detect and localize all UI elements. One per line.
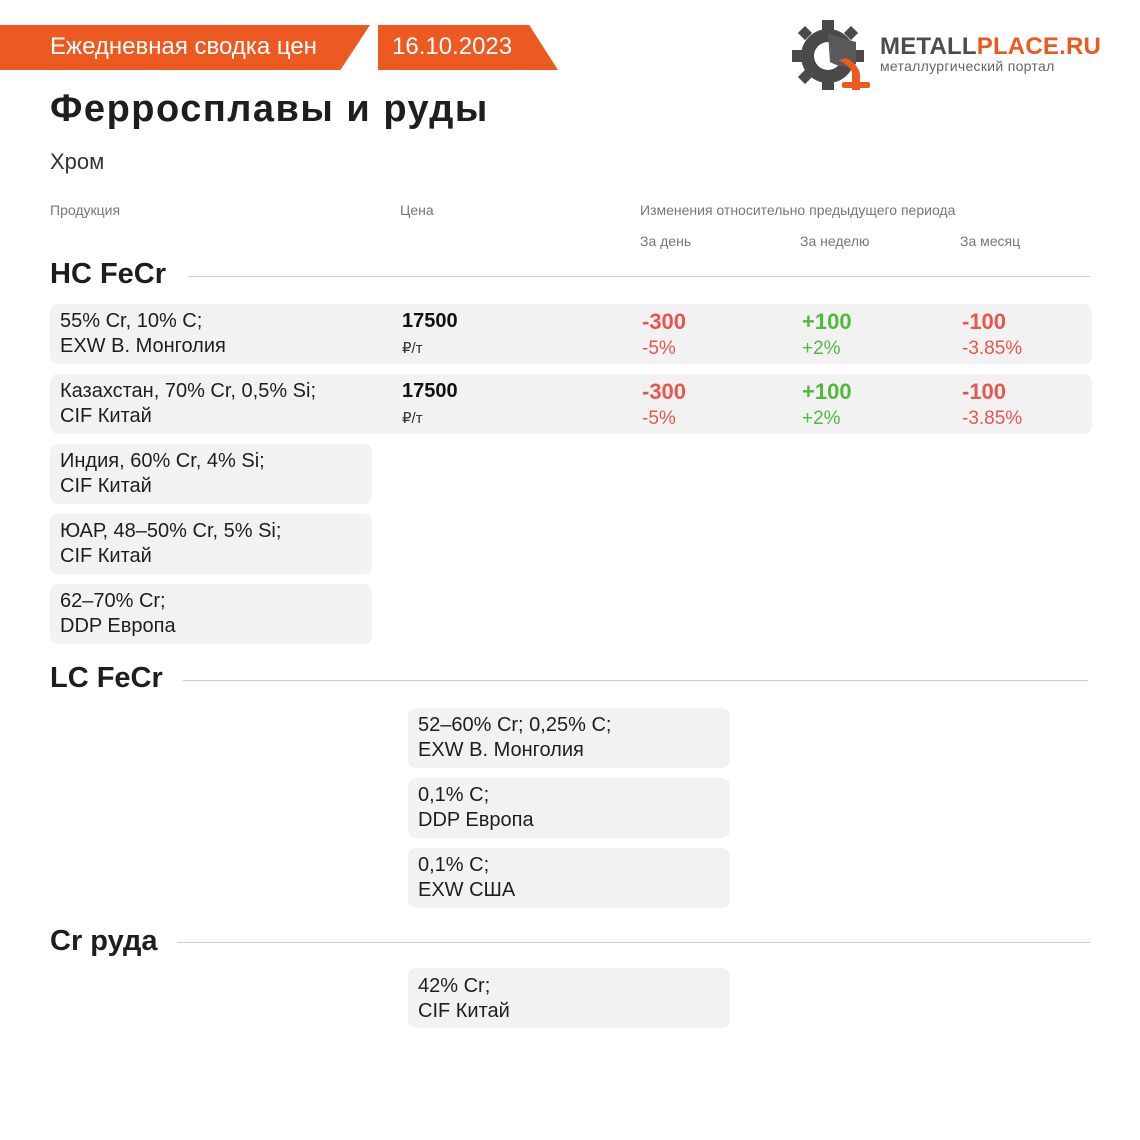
logo-name: METALLPLACE.RU [880, 33, 1102, 60]
price-value: 17500 [402, 380, 458, 402]
logo-tagline: металлургический портал [880, 58, 1055, 74]
column-header-month: За месяц [960, 233, 1021, 249]
product-name: ЮАР, 48–50% Cr, 5% Si; CIF Китай [60, 520, 282, 567]
month-change-pct: -3.85% [962, 408, 1023, 429]
month-change-abs: -100 [962, 309, 1007, 334]
week-change-pct: +2% [802, 408, 841, 429]
product-name: 62–70% Cr; DDP Европа [60, 590, 176, 637]
week-change-abs: +100 [802, 379, 852, 404]
week-change-pct: +2% [802, 338, 841, 359]
month-change-pct: -3.85% [962, 338, 1023, 359]
product-name: 42% Cr; CIF Китай [418, 975, 510, 1022]
price-unit: ₽/т [402, 410, 423, 427]
product-name: Индия, 60% Cr, 4% Si; CIF Китай [60, 450, 265, 497]
page-title: Ферросплавы и руды [50, 88, 489, 130]
column-header-day: За день [640, 233, 692, 249]
header-date: 16.10.2023 [392, 33, 513, 60]
page-subtitle: Хром [50, 149, 105, 174]
section-title: HC FeCr [50, 258, 167, 290]
product-name: 55% Cr, 10% C; EXW В. Монголия [60, 310, 226, 357]
price-value: 17500 [402, 310, 458, 332]
gear-ladle-logo-icon [792, 20, 870, 90]
product-name: 0,1% C; EXW США [418, 854, 516, 901]
day-change-abs: -300 [642, 379, 687, 404]
product-name: Казахстан, 70% Cr, 0,5% Si; CIF Китай [60, 380, 317, 427]
price-unit: ₽/т [402, 340, 423, 357]
section-title: LC FeCr [50, 662, 163, 694]
day-change-pct: -5% [642, 338, 676, 359]
header-title: Ежедневная сводка цен [50, 33, 317, 60]
product-name: 0,1% C; DDP Европа [418, 784, 534, 831]
section-divider [188, 276, 1090, 277]
day-change-pct: -5% [642, 408, 676, 429]
section-title: Cr руда [50, 925, 158, 957]
column-header-product: Продукция [50, 202, 121, 218]
day-change-abs: -300 [642, 309, 687, 334]
column-header-week: За неделю [800, 233, 870, 249]
column-header-price: Цена [400, 202, 434, 218]
section-divider [183, 680, 1088, 681]
month-change-abs: -100 [962, 379, 1007, 404]
site-logo[interactable]: METALLPLACE.RU металлургический портал [786, 18, 1101, 94]
section-divider [177, 942, 1090, 943]
column-header-changes: Изменения относительно предыдущего перио… [640, 202, 956, 218]
week-change-abs: +100 [802, 309, 852, 334]
product-name: 52–60% Cr; 0,25% C; EXW В. Монголия [418, 714, 612, 761]
